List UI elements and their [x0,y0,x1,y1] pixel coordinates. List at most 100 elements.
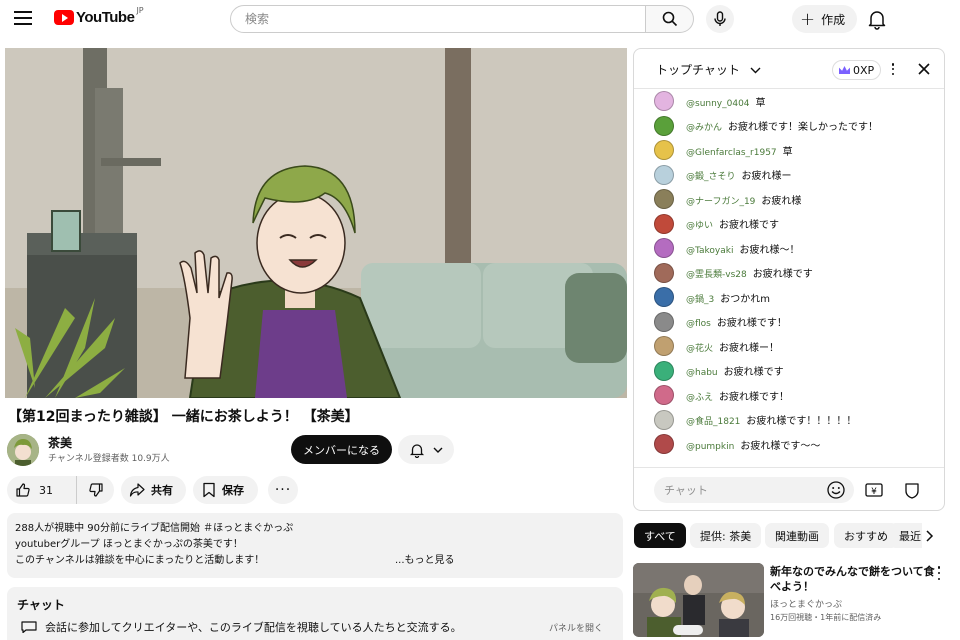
chat-author-name[interactable]: @habu [686,368,718,378]
chat-author-name[interactable]: @flos [686,319,711,329]
chat-message[interactable]: @habu お疲れ様です [634,359,944,384]
show-more-link[interactable]: ...もっと見る [395,553,455,569]
chat-message[interactable]: @ナーフガン_19 お疲れ様 [634,187,944,212]
chat-author-avatar[interactable] [654,115,674,136]
chat-message[interactable]: @花火 お疲れ様ー！ [634,334,944,359]
chat-message-text: お疲れ様 [761,195,802,207]
chat-message[interactable]: @霊長類-vs28 お疲れ様です [634,261,944,286]
like-count: 31 [39,483,53,497]
chat-author-avatar[interactable] [654,213,674,234]
like-button[interactable]: 31 [7,476,77,504]
chat-author-avatar[interactable] [654,164,674,185]
filter-chip[interactable]: 提供: 茶美 [690,523,762,548]
chat-author-avatar[interactable] [654,434,674,455]
chat-author-avatar[interactable] [654,385,674,406]
chat-author-avatar[interactable] [654,91,674,112]
chat-message[interactable]: @ふえ お疲れ様です！ [634,383,944,408]
chat-message[interactable]: @ゆい お疲れ様です [634,212,944,237]
join-membership-button[interactable]: メンバーになる [291,435,392,464]
chat-message[interactable]: @食品_1821 お疲れ様です！！！！！ [634,408,944,433]
chat-author-name[interactable]: @みかん [686,123,722,133]
chat-author-avatar[interactable] [654,409,674,430]
create-button[interactable]: + 作成 [792,5,858,33]
chat-message-body: @flos お疲れ様です！ [686,314,787,329]
chat-author-name[interactable]: @食品_1821 [686,417,740,427]
chat-author-name[interactable]: @ふえ [686,393,713,403]
chat-author-avatar[interactable] [654,360,674,381]
live-chat-header: トップチャット 0XP [634,49,944,89]
related-filter-chips: すべて 提供: 茶美 関連動画 おすすめ 最近 [634,523,960,549]
filter-chip[interactable]: すべて [634,523,686,548]
super-chat-icon[interactable]: ¥ [864,480,884,500]
chat-author-avatar[interactable] [654,336,674,357]
voice-search-button[interactable] [706,5,734,33]
chat-message-body: @みかん お疲れ様です！楽しかったです！ [686,118,878,133]
chat-message[interactable]: @鍛_さそり お疲れ様ー [634,163,944,188]
chat-message[interactable]: @flos お疲れ様です！ [634,310,944,335]
dislike-button[interactable] [77,476,114,504]
chat-author-name[interactable]: @ナーフガン_19 [686,197,755,207]
share-label: 共有 [151,484,173,497]
recommended-channel[interactable]: ほっとまぐかっぷ [770,597,842,610]
emoji-icon[interactable] [826,480,846,500]
chat-author-name[interactable]: @花火 [686,344,713,354]
chat-bubble-icon [21,621,37,633]
chat-author-avatar[interactable] [654,238,674,259]
video-player[interactable] [5,48,627,398]
chat-author-avatar[interactable] [654,262,674,283]
share-icon [129,483,145,497]
chat-author-name[interactable]: @Glenfarclas_r1957 [686,148,777,158]
chat-message[interactable]: @Takoyaki お疲れ様～！ [634,236,944,261]
more-actions-button[interactable]: ··· [268,476,298,504]
menu-icon[interactable] [14,11,32,25]
chat-message-text: お疲れ様です [752,269,813,281]
notification-settings-button[interactable] [398,435,454,464]
channel-name[interactable]: 茶美 [48,434,72,451]
share-button[interactable]: 共有 [121,476,186,504]
chat-author-avatar[interactable] [654,189,674,210]
channel-avatar[interactable] [7,434,39,466]
save-button[interactable]: 保存 [193,476,258,504]
crown-icon [839,66,850,74]
chat-author-avatar[interactable] [654,140,674,161]
chat-message-body: @鍋_3 おつかれm [686,290,770,305]
chat-message[interactable]: @みかん お疲れ様です！楽しかったです！ [634,114,944,139]
description-box[interactable]: 288人が視聴中 90分前にライブ配信開始 ＃ほっとまぐかっぷ youtuber… [7,513,623,578]
youtube-logo[interactable]: YouTube JP [54,6,144,26]
recommended-video-item[interactable]: 新年なのでみんなで餅をついて食べよう！ ほっとまぐかっぷ 16万回視聴・1年前に… [633,563,960,640]
chat-author-name[interactable]: @Takoyaki [686,246,733,256]
chat-author-name[interactable]: @ゆい [686,221,713,231]
chat-message[interactable]: @鍋_3 おつかれm [634,285,944,310]
recommended-thumbnail[interactable] [633,563,764,637]
chat-author-name[interactable]: @sunny_0404 [686,99,750,109]
search-input[interactable] [230,5,646,33]
chat-mode-selector[interactable]: トップチャット [656,61,761,78]
chat-message[interactable]: @sunny_0404 草 [634,89,944,114]
heart-reaction-icon[interactable] [902,480,922,500]
filter-chip[interactable]: 最近 [889,523,922,548]
chat-message[interactable]: @pumpkin お疲れ様です～～ [634,432,944,457]
chat-author-name[interactable]: @鍛_さそり [686,172,736,182]
like-dislike-group: 31 [7,476,114,504]
xp-badge[interactable]: 0XP [832,60,882,80]
filter-chip[interactable]: 関連動画 [765,523,829,548]
chat-author-name[interactable]: @鍋_3 [686,295,714,305]
chat-input[interactable] [654,477,854,503]
recommended-title[interactable]: 新年なのでみんなで餅をついて食べよう！ [770,564,942,594]
chat-author-avatar[interactable] [654,311,674,332]
description-line-3: このチャンネルは雑談を中心にまったりと活動します！ [15,555,265,566]
open-panel-button[interactable]: パネルを開く [549,621,603,634]
chips-row: すべて 提供: 茶美 関連動画 おすすめ 最近 [634,523,922,549]
chat-message-body: @ナーフガン_19 お疲れ様 [686,192,801,207]
recommended-more-options-icon[interactable] [936,566,942,580]
chat-author-name[interactable]: @霊長類-vs28 [686,270,747,280]
search-button[interactable] [646,5,694,33]
chat-author-name[interactable]: @pumpkin [686,442,734,452]
close-icon[interactable] [916,61,932,77]
chat-message[interactable]: @Glenfarclas_r1957 草 [634,138,944,163]
chat-more-options-icon[interactable] [890,61,896,77]
chevron-right-icon[interactable] [922,527,936,545]
notifications-bell-icon[interactable] [866,8,888,30]
chat-author-avatar[interactable] [654,287,674,308]
description-line-1: 288人が視聴中 90分前にライブ配信開始 ＃ほっとまぐかっぷ [15,523,294,534]
